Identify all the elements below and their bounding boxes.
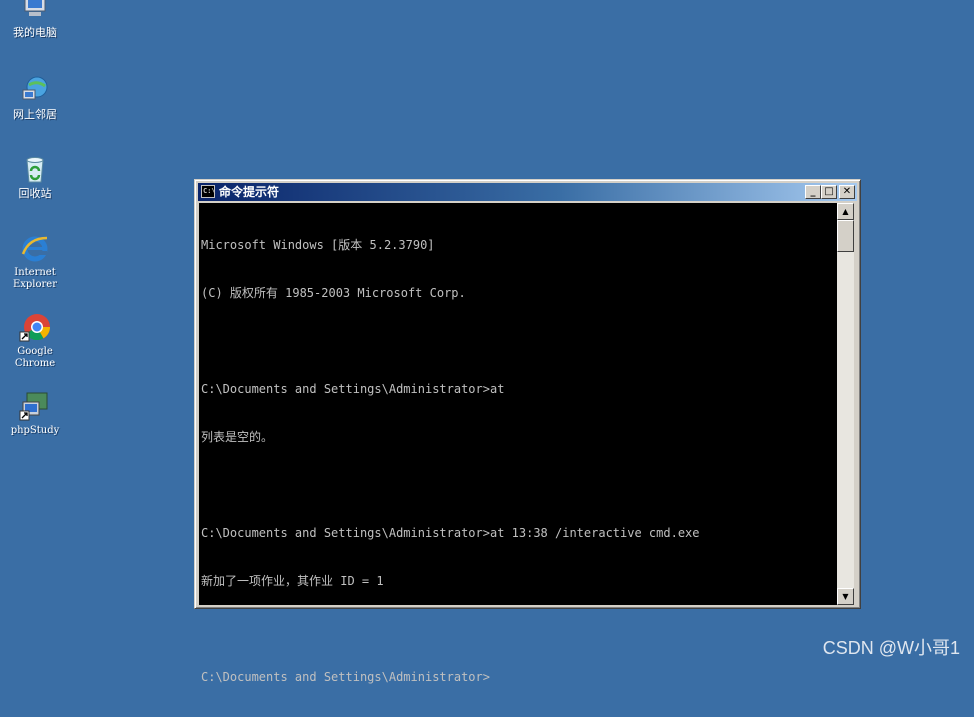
- console-line: C:\Documents and Settings\Administrator>…: [201, 526, 700, 540]
- desktop-icon-label: Chrome: [14, 358, 56, 369]
- desktop-icon-google-chrome[interactable]: Google Chrome: [4, 311, 66, 370]
- desktop-icon-label: 网上邻居: [13, 108, 57, 121]
- desktop-icon-phpstudy[interactable]: phpStudy: [4, 390, 66, 437]
- console-line: 新加了一项作业，其作业 ID = 1: [201, 574, 384, 588]
- window-title: 命令提示符: [219, 185, 280, 199]
- vertical-scrollbar[interactable]: ▲ ▼: [837, 203, 854, 605]
- console-line: (C) 版权所有 1985-2003 Microsoft Corp.: [201, 286, 466, 300]
- scroll-down-button[interactable]: ▼: [837, 588, 854, 605]
- google-chrome-icon: [19, 314, 51, 342]
- scroll-up-button[interactable]: ▲: [837, 203, 854, 220]
- console-line: C:\Documents and Settings\Administrator>…: [201, 382, 505, 396]
- command-prompt-window[interactable]: C:\ 命令提示符 _ □ ✕ Microsoft Windows [版本 5.…: [194, 179, 861, 684]
- desktop-icon-internet-explorer[interactable]: Internet Explorer: [4, 232, 66, 291]
- recycle-bin-icon: [26, 157, 44, 183]
- title-bar[interactable]: C:\ 命令提示符 _ □ ✕: [198, 183, 857, 201]
- close-button[interactable]: ✕: [839, 185, 855, 199]
- console-prompt-line: C:\Documents and Settings\Administrator>: [201, 670, 490, 684]
- desktop-icon-network-places[interactable]: 网上邻居: [4, 74, 66, 121]
- maximize-button[interactable]: □: [821, 185, 837, 199]
- desktop-icon-label: Explorer: [12, 279, 58, 290]
- desktop-icon-my-computer[interactable]: 我的电脑: [4, 0, 66, 39]
- console-line: Microsoft Windows [版本 5.2.3790]: [201, 238, 435, 252]
- phpstudy-icon: [19, 392, 48, 421]
- desktop-icon-label: Google: [17, 346, 53, 357]
- desktop-icon-label: Internet: [14, 267, 56, 278]
- scroll-thumb[interactable]: [837, 220, 854, 252]
- watermark: CSDN @W小哥1: [822, 638, 960, 658]
- desktop-icon-label: 我的电脑: [13, 26, 57, 39]
- console-icon: C:\: [201, 185, 216, 198]
- desktop-icon-label: phpStudy: [10, 425, 60, 436]
- console-output[interactable]: Microsoft Windows [版本 5.2.3790] (C) 版权所有…: [199, 203, 837, 684]
- my-computer-icon: [24, 0, 46, 16]
- minimize-button[interactable]: _: [805, 185, 821, 199]
- network-places-icon: [22, 76, 48, 100]
- desktop-icon-recycle-bin[interactable]: 回收站: [4, 153, 66, 200]
- internet-explorer-icon: [21, 236, 48, 262]
- console-line: 列表是空的。: [201, 430, 274, 444]
- desktop-icon-label: 回收站: [18, 187, 52, 200]
